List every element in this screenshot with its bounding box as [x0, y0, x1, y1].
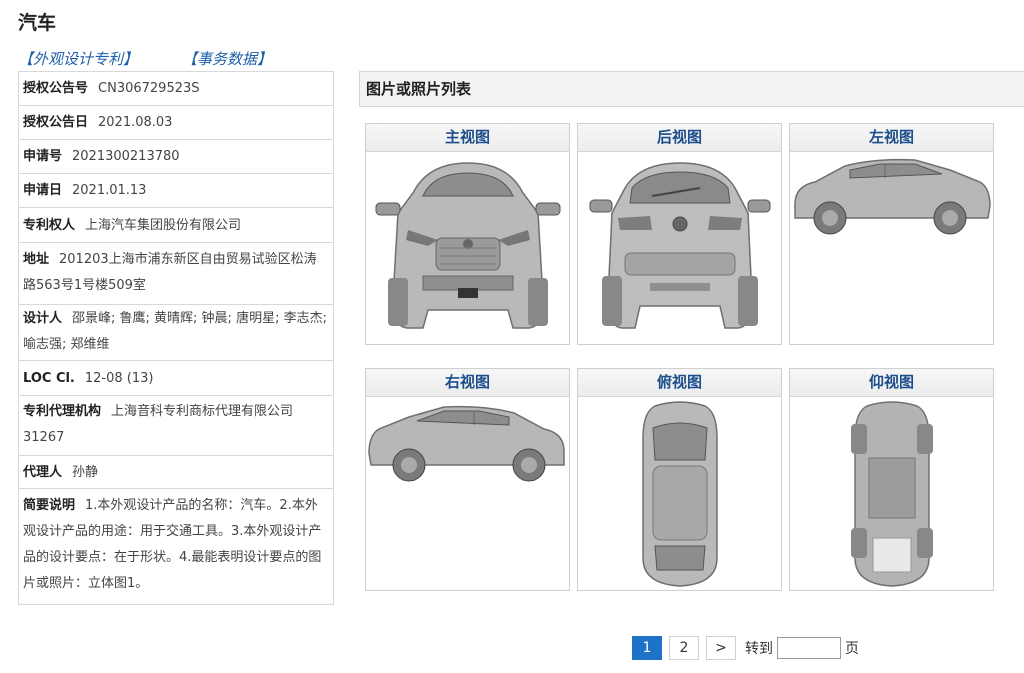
image-list-panel: 图片或照片列表 主视图 后视图 左视图 右视图 俯视图 仰视图	[359, 71, 1024, 601]
page-title: 汽车	[18, 12, 57, 34]
info-value: 201203上海市浦东新区自由贸易试验区松涛路563号1号楼509室	[23, 252, 317, 293]
info-row-brief: 简要说明 1.本外观设计产品的名称：汽车。2.本外观设计产品的用途：用于交通工具。…	[19, 489, 333, 604]
info-row-pub-number: 授权公告号 CN306729523S	[19, 72, 333, 106]
info-row-agent: 代理人 孙静	[19, 456, 333, 489]
view-card-rear[interactable]: 后视图	[577, 123, 782, 345]
info-label: 专利代理机构	[23, 404, 102, 419]
next-page-button[interactable]: >	[706, 636, 736, 660]
top-view-image[interactable]	[578, 397, 781, 589]
info-label: 设计人	[23, 311, 63, 326]
info-value: CN306729523S	[98, 81, 200, 96]
info-label: 申请号	[23, 149, 63, 164]
view-title[interactable]: 俯视图	[578, 369, 781, 397]
view-title[interactable]: 左视图	[790, 124, 993, 152]
info-label: 地址	[23, 252, 50, 267]
bottom-view-image[interactable]	[790, 397, 993, 589]
business-data-link[interactable]: 【事务数据】	[182, 48, 272, 69]
view-card-bottom[interactable]: 仰视图	[789, 368, 994, 591]
view-card-top[interactable]: 俯视图	[577, 368, 782, 591]
car-top-icon	[641, 401, 718, 587]
right-view-image[interactable]	[366, 397, 569, 589]
info-label: 授权公告日	[23, 115, 89, 130]
info-row-agency: 专利代理机构 上海音科专利商标代理有限公司 31267	[19, 396, 333, 456]
rear-view-image[interactable]	[578, 152, 781, 344]
top-links: 【外观设计专利】 【事务数据】	[18, 48, 272, 69]
page-button-2[interactable]: 2	[669, 636, 699, 660]
info-value: 12-08 (13)	[84, 371, 154, 386]
info-value: 邵景峰; 鲁鹰; 黄晴辉; 钟晨; 唐明星; 李志杰; 喻志强; 郑维维	[23, 311, 327, 352]
info-label: 专利权人	[23, 218, 76, 233]
info-row-pub-date: 授权公告日 2021.08.03	[19, 106, 333, 140]
info-row-patentee: 专利权人 上海汽车集团股份有限公司	[19, 208, 333, 243]
info-label: 授权公告号	[23, 81, 89, 96]
goto-label: 转到	[745, 641, 773, 657]
info-row-app-date: 申请日 2021.01.13	[19, 174, 333, 208]
view-title[interactable]: 右视图	[366, 369, 569, 397]
info-value: 2021.01.13	[72, 183, 147, 198]
view-title[interactable]: 后视图	[578, 124, 781, 152]
car-front-icon	[375, 162, 560, 329]
view-title[interactable]: 主视图	[366, 124, 569, 152]
image-list-header: 图片或照片列表	[359, 71, 1024, 107]
info-row-loc-class: LOC Cl. 12-08 (13)	[19, 361, 333, 396]
view-card-front[interactable]: 主视图	[365, 123, 570, 345]
car-right-side-icon	[368, 405, 565, 482]
info-value: 孙静	[72, 465, 99, 480]
info-row-address: 地址 201203上海市浦东新区自由贸易试验区松涛路563号1号楼509室	[19, 243, 333, 305]
info-value: 2021.08.03	[98, 115, 173, 130]
info-value: 2021300213780	[72, 149, 180, 164]
car-underside-icon	[850, 401, 933, 587]
view-card-left[interactable]: 左视图	[789, 123, 994, 345]
page-button-1[interactable]: 1	[632, 636, 662, 660]
page-suffix-label: 页	[845, 641, 859, 657]
info-label: 代理人	[23, 465, 63, 480]
view-title[interactable]: 仰视图	[790, 369, 993, 397]
info-label: 申请日	[23, 183, 63, 198]
design-patent-link[interactable]: 【外观设计专利】	[18, 50, 138, 68]
pagination: 1 2 > 转到 页	[632, 636, 859, 660]
left-view-image[interactable]	[790, 152, 993, 344]
info-row-app-number: 申请号 2021300213780	[19, 140, 333, 174]
view-card-right[interactable]: 右视图	[365, 368, 570, 591]
car-left-side-icon	[794, 158, 991, 235]
info-row-designers: 设计人 邵景峰; 鲁鹰; 黄晴辉; 钟晨; 唐明星; 李志杰; 喻志强; 郑维维	[19, 305, 333, 361]
car-rear-icon	[589, 162, 770, 329]
front-view-image[interactable]	[366, 152, 569, 344]
patent-info-table: 授权公告号 CN306729523S 授权公告日 2021.08.03 申请号 202…	[18, 71, 334, 605]
info-label: 简要说明	[23, 498, 76, 513]
goto-page-input[interactable]	[777, 637, 841, 659]
info-label: LOC Cl.	[23, 371, 75, 386]
info-value: 上海汽车集团股份有限公司	[85, 218, 242, 233]
